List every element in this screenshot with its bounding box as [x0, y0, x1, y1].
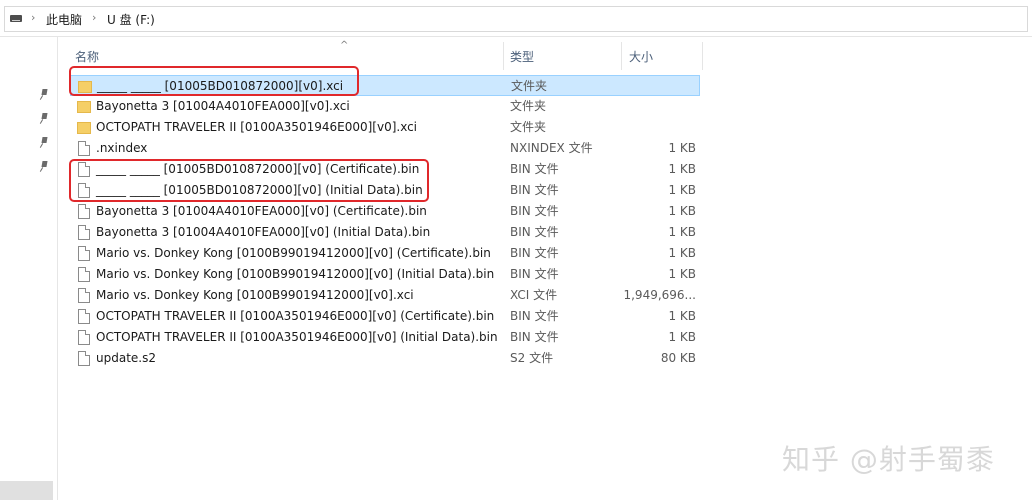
pin-icon[interactable]	[40, 161, 49, 173]
folder-icon	[77, 101, 91, 113]
file-type: BIN 文件	[510, 267, 559, 281]
file-size: 1 KB	[668, 330, 696, 344]
breadcrumb-this-pc[interactable]: 此电脑	[46, 11, 82, 28]
file-icon	[78, 330, 90, 345]
file-type: 文件夹	[511, 79, 548, 93]
annotation-box	[69, 66, 359, 96]
file-name: OCTOPATH TRAVELER II [0100A3501946E000][…	[96, 330, 498, 344]
column-divider[interactable]	[702, 42, 703, 70]
file-row[interactable]: update.s2 S2 文件 80 KB	[70, 348, 700, 369]
file-name: update.s2	[96, 351, 156, 365]
pin-icon[interactable]	[40, 113, 49, 125]
file-row[interactable]: OCTOPATH TRAVELER II [0100A3501946E000][…	[70, 327, 700, 348]
breadcrumb-usb-drive[interactable]: U 盘 (F:)	[107, 11, 155, 28]
file-row[interactable]: Mario vs. Donkey Kong [0100B99019412000]…	[70, 264, 700, 285]
address-bar[interactable]: › 此电脑 › U 盘 (F:)	[0, 0, 1032, 37]
file-row[interactable]: OCTOPATH TRAVELER II [0100A3501946E000][…	[70, 117, 700, 138]
file-icon	[78, 267, 90, 282]
file-row[interactable]: Bayonetta 3 [01004A4010FEA000][v0] (Init…	[70, 222, 700, 243]
watermark: 知乎 @射手蜀黍	[782, 443, 995, 476]
file-icon	[78, 351, 90, 366]
column-divider[interactable]	[503, 42, 504, 70]
file-name: OCTOPATH TRAVELER II [0100A3501946E000][…	[96, 309, 495, 323]
file-type: BIN 文件	[510, 225, 559, 239]
file-type: 文件夹	[510, 99, 547, 113]
file-row[interactable]: Bayonetta 3 [01004A4010FEA000][v0].xci 文件…	[70, 96, 700, 117]
column-size[interactable]: 大小	[629, 48, 653, 65]
file-type: BIN 文件	[510, 246, 559, 260]
navigation-pane[interactable]	[0, 37, 58, 500]
folder-icon	[77, 122, 91, 134]
file-size: 1 KB	[668, 225, 696, 239]
file-type: BIN 文件	[510, 162, 559, 176]
column-name[interactable]: 名称	[75, 48, 99, 65]
file-type: NXINDEX 文件	[510, 141, 593, 155]
file-icon	[78, 246, 90, 261]
pin-icon[interactable]	[40, 137, 49, 149]
nav-pane-scroll-area[interactable]	[0, 481, 53, 500]
column-type[interactable]: 类型	[510, 48, 534, 65]
file-size: 1 KB	[668, 183, 696, 197]
file-row[interactable]: Mario vs. Donkey Kong [0100B99019412000]…	[70, 243, 700, 264]
drive-icon	[10, 15, 22, 22]
file-row[interactable]: OCTOPATH TRAVELER II [0100A3501946E000][…	[70, 306, 700, 327]
file-size: 80 KB	[660, 351, 696, 365]
file-name: Bayonetta 3 [01004A4010FEA000][v0] (Cert…	[96, 204, 427, 218]
file-size: 1 KB	[668, 162, 696, 176]
column-divider[interactable]	[621, 42, 622, 70]
file-icon	[78, 204, 90, 219]
file-icon	[78, 225, 90, 240]
file-icon	[78, 141, 90, 156]
file-row[interactable]: Bayonetta 3 [01004A4010FEA000][v0] (Cert…	[70, 201, 700, 222]
file-type: BIN 文件	[510, 330, 559, 344]
file-row[interactable]: .nxindex NXINDEX 文件 1 KB	[70, 138, 700, 159]
file-name: Bayonetta 3 [01004A4010FEA000][v0].xci	[96, 99, 350, 113]
file-type: BIN 文件	[510, 204, 559, 218]
file-icon	[78, 309, 90, 324]
file-type: BIN 文件	[510, 183, 559, 197]
file-name: Mario vs. Donkey Kong [0100B99019412000]…	[96, 288, 414, 302]
pin-icon[interactable]	[40, 89, 49, 101]
file-name: OCTOPATH TRAVELER II [0100A3501946E000][…	[96, 120, 418, 134]
address-box	[4, 6, 1028, 32]
file-name: Bayonetta 3 [01004A4010FEA000][v0] (Init…	[96, 225, 431, 239]
sort-ascending-icon: ^	[340, 40, 349, 51]
file-size: 1 KB	[668, 141, 696, 155]
file-size: 1 KB	[668, 204, 696, 218]
file-name: Mario vs. Donkey Kong [0100B99019412000]…	[96, 267, 495, 281]
annotation-box	[69, 159, 429, 202]
file-icon	[78, 288, 90, 303]
file-row[interactable]: Mario vs. Donkey Kong [0100B99019412000]…	[70, 285, 700, 306]
file-type: 文件夹	[510, 120, 547, 134]
file-name: .nxindex	[96, 141, 148, 155]
chevron-right-icon[interactable]: ›	[31, 11, 35, 24]
file-size: 1 KB	[668, 309, 696, 323]
chevron-right-icon[interactable]: ›	[92, 11, 96, 24]
file-list[interactable]: _____ _____ [01005BD010872000][v0].xci 文件…	[70, 75, 700, 369]
file-name: Mario vs. Donkey Kong [0100B99019412000]…	[96, 246, 491, 260]
file-size: 1,949,696...	[623, 288, 696, 302]
file-type: S2 文件	[510, 351, 554, 365]
file-type: BIN 文件	[510, 309, 559, 323]
file-size: 1 KB	[668, 246, 696, 260]
file-size: 1 KB	[668, 267, 696, 281]
file-type: XCI 文件	[510, 288, 558, 302]
